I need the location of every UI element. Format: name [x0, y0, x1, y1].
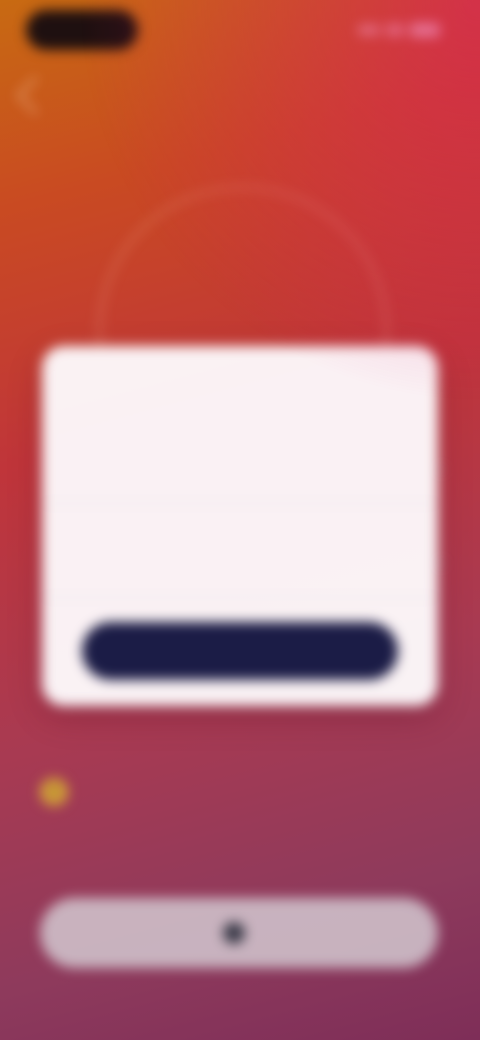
warning-icon: ! — [40, 778, 68, 806]
bottom-action-button[interactable] — [40, 898, 438, 968]
button-icon — [223, 922, 245, 944]
dialog-primary-button[interactable] — [82, 622, 398, 680]
back-icon[interactable] — [16, 76, 55, 115]
dialog-row-1-value-wrap: › — [433, 460, 444, 477]
status-bar-time-pill — [26, 10, 138, 50]
status-bar-icons — [358, 22, 440, 38]
signal-icon — [358, 25, 380, 35]
divider — [42, 597, 438, 598]
dialog-row-2-value-wrap: › — [433, 554, 444, 571]
battery-icon — [410, 23, 440, 37]
dialog-row-2[interactable]: › — [36, 542, 444, 582]
chevron-right-icon: › — [439, 459, 444, 476]
dialog-row-1[interactable]: › — [36, 448, 444, 488]
divider — [42, 503, 438, 504]
wifi-icon — [386, 24, 404, 36]
app-screen: › › ! — [0, 0, 480, 1040]
chevron-right-icon: › — [439, 553, 444, 570]
